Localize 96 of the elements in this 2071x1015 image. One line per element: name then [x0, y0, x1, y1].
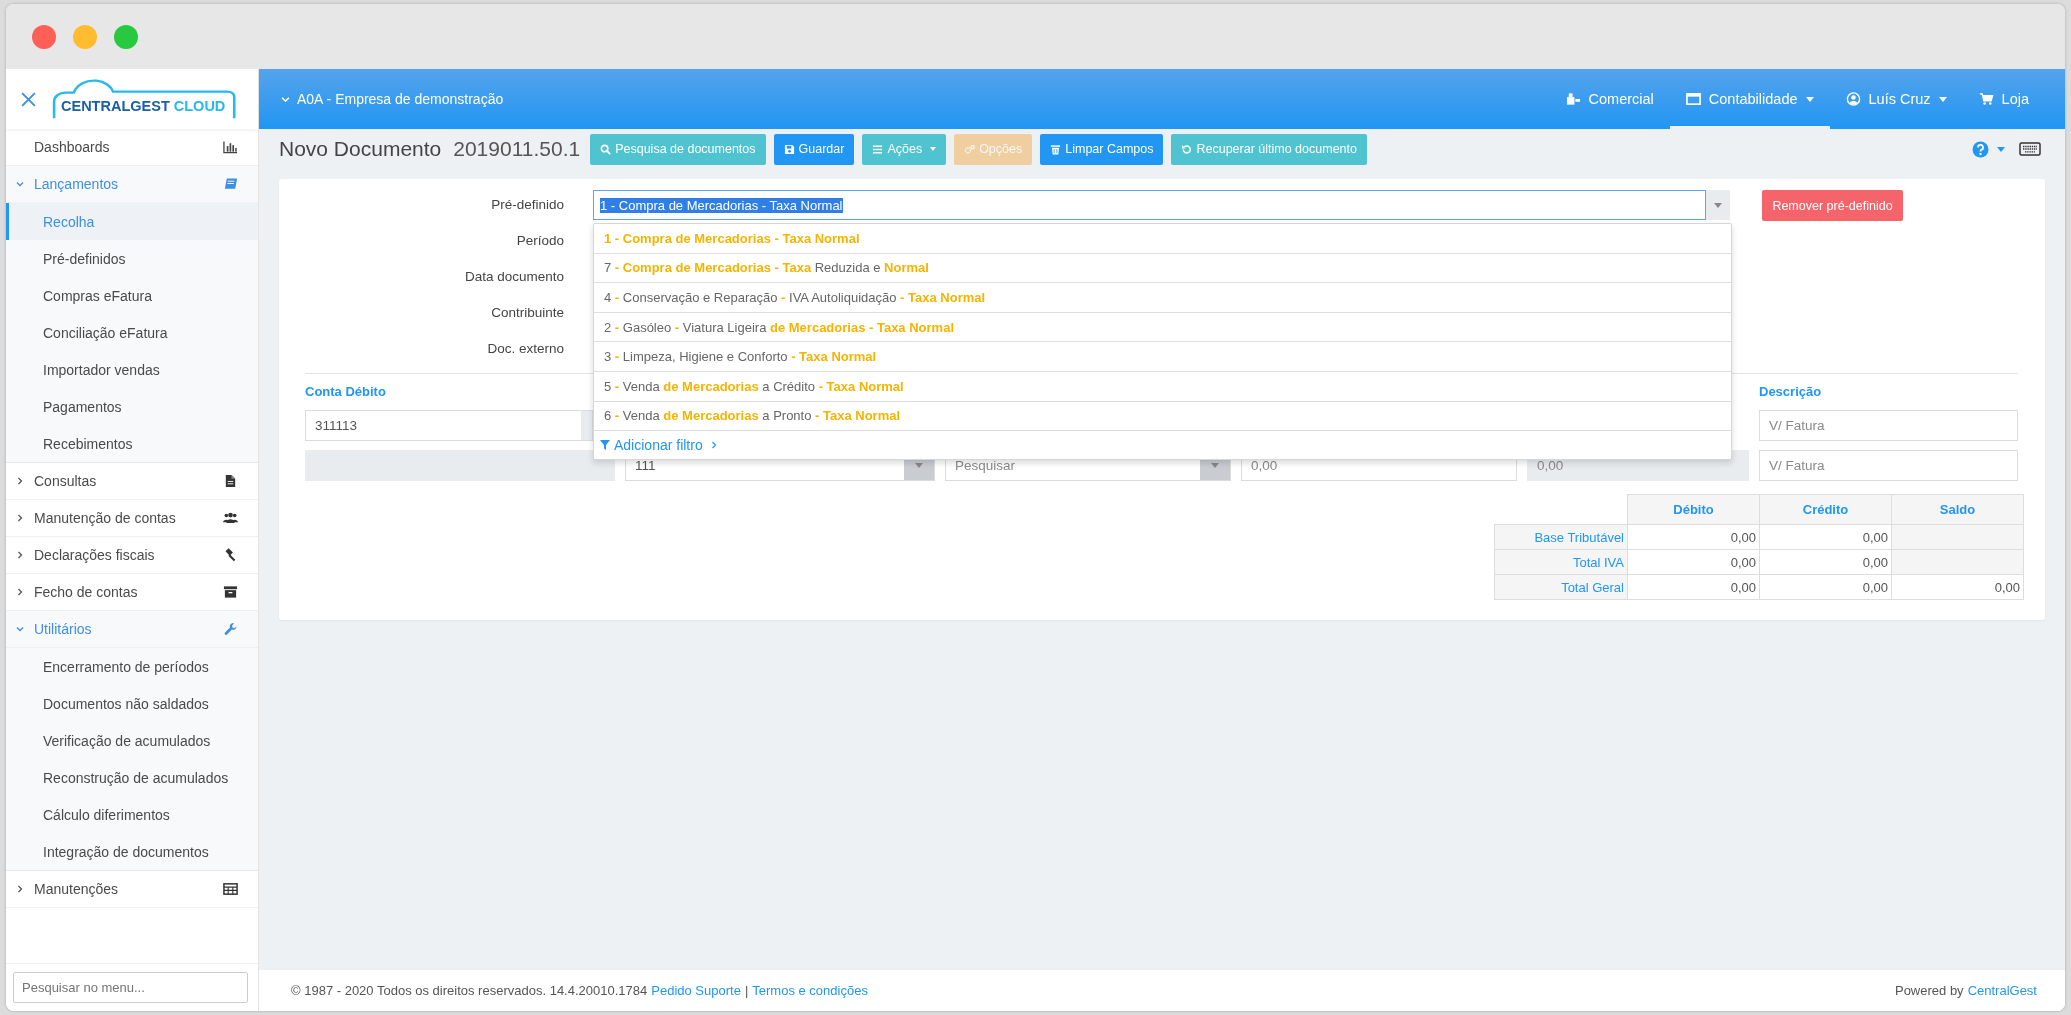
- table-cell: 0,00: [1759, 524, 1892, 550]
- chevron-icon: [16, 477, 24, 485]
- menu-item[interactable]: Consultas: [6, 463, 258, 500]
- wrench-icon: [223, 622, 238, 636]
- document-icon: [223, 474, 238, 488]
- submenu-item[interactable]: Recolha: [6, 203, 258, 240]
- submenu-item[interactable]: Documentos não saldados: [6, 685, 258, 722]
- link-separator: |: [744, 983, 749, 998]
- column-header: Débito: [1627, 494, 1760, 525]
- dropdown-option[interactable]: 3 - Limpeza, Higiene e Conforto - Taxa Normal: [594, 342, 1731, 372]
- dropdown-option[interactable]: 2 - Gasóleo - Viatura Ligeira de Mercadorias - Taxa Normal: [594, 312, 1731, 343]
- chevron-icon: [16, 514, 24, 522]
- field-label: Doc. externo: [486, 340, 565, 358]
- logo: CENTRALGEST CLOUD: [51, 78, 238, 120]
- menu-icon: [872, 143, 884, 155]
- field-label: Período: [515, 232, 565, 250]
- filter-icon: [600, 440, 610, 451]
- field-label: Pré-definido: [490, 196, 565, 214]
- submenu-item[interactable]: Conciliação eFatura: [6, 314, 258, 351]
- chevron-icon: [16, 588, 24, 596]
- trash-icon: [1050, 143, 1062, 155]
- window-icon: [1685, 92, 1701, 106]
- chevron-icon: [281, 94, 290, 104]
- chevron-icon: [16, 885, 24, 893]
- user-circle-icon: [1845, 92, 1861, 106]
- dropdown-option[interactable]: 7 - Compra de Mercadorias - Taxa Reduzida e Normal: [594, 253, 1731, 284]
- terms-link[interactable]: Termos e condições: [752, 983, 868, 998]
- column-header: Crédito: [1759, 494, 1892, 525]
- remove-preset-button[interactable]: Remover pré-definido: [1762, 190, 1903, 221]
- keyboard-icon[interactable]: [2019, 142, 2041, 156]
- powered-by-text: Powered by: [1894, 983, 1964, 998]
- toolbar-button[interactable]: Limpar Campos: [1040, 133, 1164, 165]
- row-label: Base Tributável: [1494, 524, 1628, 550]
- dropdown-option[interactable]: 5 - Venda de Mercadorias a Crédito - Taxa Normal: [594, 371, 1731, 402]
- submenu-item[interactable]: Importador vendas: [6, 351, 258, 388]
- window-control-button[interactable]: [114, 24, 138, 49]
- dropdown-option[interactable]: 6 - Venda de Mercadorias a Pronto - Taxa Normal: [594, 401, 1731, 432]
- menu-item[interactable]: Lançamentos: [6, 166, 258, 203]
- submenu-item[interactable]: Cálculo diferimentos: [6, 796, 258, 833]
- close-icon[interactable]: [20, 90, 37, 108]
- archive-icon: [223, 585, 238, 599]
- company-link[interactable]: CentralGest: [1967, 983, 2037, 998]
- chevron-icon: [710, 441, 717, 450]
- copyright-text: © 1987 - 2020 Todos os direitos reservados. 14.4.20010.1784: [291, 983, 648, 998]
- undo-icon: [1181, 143, 1193, 155]
- column-header: Conta Débito: [305, 383, 386, 401]
- table-cell: 0,00: [1891, 574, 2024, 600]
- table-cell: 0,00: [1759, 574, 1892, 600]
- table-cell: 0,00: [1759, 549, 1892, 575]
- table-cell: 0,00: [1627, 549, 1760, 575]
- submenu-item[interactable]: Compras eFatura: [6, 277, 258, 314]
- menu-item[interactable]: Utilitários: [6, 611, 258, 648]
- menu-item[interactable]: Manutenções: [6, 871, 258, 908]
- submenu-item[interactable]: Pagamentos: [6, 388, 258, 425]
- table-icon: [223, 882, 238, 896]
- dropdown-option[interactable]: 4 - Conservação e Reparação - IVA Autoliquidação - Taxa Normal: [594, 283, 1731, 313]
- preset-select[interactable]: 1 - Compra de Mercadorias - Taxa Normal: [593, 190, 1706, 220]
- row-label: Total IVA: [1494, 549, 1628, 575]
- submenu-item[interactable]: Verificação de acumulados: [6, 722, 258, 759]
- menu-item[interactable]: Declarações fiscais: [6, 537, 258, 574]
- support-link[interactable]: Pedido Suporte: [651, 983, 741, 998]
- bar-chart-icon: [223, 140, 238, 154]
- window-control-button[interactable]: [32, 24, 56, 49]
- gears-icon: [964, 143, 976, 155]
- submenu-item[interactable]: Encerramento de períodos: [6, 648, 258, 685]
- users-icon: [223, 511, 238, 525]
- submenu-item[interactable]: Pré-definidos: [6, 240, 258, 277]
- description-field[interactable]: V/ Fatura: [1759, 450, 2018, 481]
- table-cell: 0,00: [1627, 524, 1760, 550]
- table-cell: 0,00: [1627, 574, 1760, 600]
- blocks-icon: [1565, 92, 1581, 106]
- account-field[interactable]: 311113: [305, 410, 593, 441]
- hammer-icon: [223, 548, 238, 562]
- description-field[interactable]: V/ Fatura: [1759, 410, 2018, 441]
- submenu-item[interactable]: Reconstrução de acumulados: [6, 759, 258, 796]
- row-label: Total Geral: [1494, 574, 1628, 600]
- chevron-icon: [16, 625, 24, 633]
- field-label: Data documento: [463, 268, 565, 286]
- search-icon: [600, 143, 612, 155]
- field-label: Contribuinte: [490, 304, 565, 322]
- book-icon: [223, 177, 238, 191]
- document-number: 2019011.50.1: [453, 137, 581, 161]
- submenu-item[interactable]: Recebimentos: [6, 425, 258, 462]
- menu-item[interactable]: Manutenção de contas: [6, 500, 258, 537]
- dropdown-button[interactable]: [1706, 190, 1730, 220]
- toolbar-button[interactable]: Guardar: [773, 133, 855, 165]
- column-header: Descrição: [1759, 383, 1822, 401]
- submenu-item[interactable]: Integração de documentos: [6, 833, 258, 870]
- chevron-icon: [16, 551, 24, 559]
- menu-search-field[interactable]: Pesquisar no menu...: [13, 972, 248, 1003]
- help-icon[interactable]: [1972, 140, 1989, 158]
- caret-icon[interactable]: [1997, 146, 2005, 152]
- cart-icon: [1978, 92, 1994, 106]
- chevron-icon: [16, 180, 24, 188]
- column-header: Saldo: [1891, 494, 2024, 525]
- page-title: Novo Documento: [279, 137, 442, 161]
